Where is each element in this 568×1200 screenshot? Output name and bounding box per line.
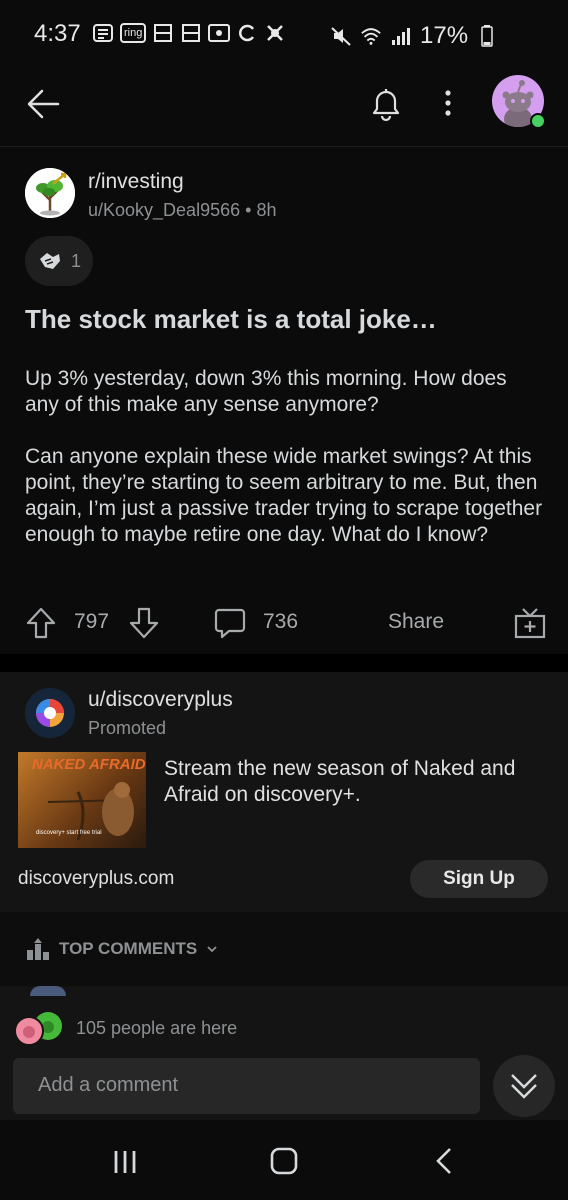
sync-icon <box>236 22 258 44</box>
meta-separator: • <box>245 200 252 220</box>
upvote-arrow-icon <box>26 607 56 639</box>
post-age: 8h <box>256 200 277 220</box>
comments-button[interactable] <box>213 606 247 640</box>
recent-apps-button[interactable] <box>112 1148 140 1181</box>
section-divider <box>0 654 568 672</box>
arrow-left-icon <box>27 89 60 119</box>
system-back-button[interactable] <box>430 1146 458 1181</box>
more-options-button[interactable] <box>432 84 464 124</box>
wifi-icon <box>360 25 382 47</box>
notifications-button[interactable] <box>366 84 406 124</box>
system-nav-bar <box>0 1120 568 1200</box>
presence-count: 105 people are here <box>76 1018 238 1038</box>
presence-avatars-icon <box>14 1012 62 1046</box>
signal-icon <box>390 25 412 47</box>
post-author[interactable]: u/Kooky_Deal9566 <box>88 200 240 220</box>
status-notification-icons: ring <box>92 22 286 44</box>
header-divider <box>0 146 568 147</box>
sign-up-button[interactable]: Sign Up <box>410 860 548 898</box>
presence-avatars <box>14 1010 66 1048</box>
recent-apps-icon <box>114 1151 136 1173</box>
mute-icon <box>330 25 352 47</box>
money-tree-icon <box>25 168 75 218</box>
ad-thumbnail[interactable]: NAKED AFRAID discovery+ start free trial <box>18 752 146 848</box>
chevron-down-icon <box>207 946 217 953</box>
home-button[interactable] <box>269 1146 299 1181</box>
comment-bubble-icon <box>214 608 246 639</box>
post-body-paragraph: Up 3% yesterday, down 3% this morning. H… <box>25 367 507 416</box>
home-icon <box>270 1147 298 1175</box>
comment-input-placeholder: Add a comment <box>38 1074 179 1096</box>
ring-icon: ring <box>120 23 147 43</box>
post-title: The stock market is a total joke… <box>25 304 437 334</box>
discovery-logo-icon <box>25 688 75 738</box>
notes-icon <box>92 22 114 44</box>
voicemail-icon <box>208 22 231 44</box>
subreddit-name[interactable]: r/investing <box>88 170 184 194</box>
ad-domain[interactable]: discoveryplus.com <box>18 868 174 890</box>
jump-to-comments-button[interactable] <box>493 1055 555 1117</box>
promoted-label: Promoted <box>88 718 167 738</box>
post-action-bar: 797 736 Share <box>0 596 568 652</box>
chevron-left-icon <box>436 1148 451 1174</box>
status-bar: 4:37 ring 17% <box>0 0 568 70</box>
share-button[interactable]: Share <box>388 610 444 634</box>
online-status-dot <box>530 113 546 129</box>
award-badge[interactable]: 1 <box>25 236 93 286</box>
award-button[interactable] <box>513 606 547 640</box>
comment-count: 736 <box>263 610 299 633</box>
status-system-icons: 17% <box>330 22 498 50</box>
post-meta: u/Kooky_Deal9566 • 8h <box>88 200 277 221</box>
app-icon <box>264 22 286 44</box>
grid-icon <box>180 22 202 44</box>
comment-sort-selector[interactable]: TOP COMMENTS <box>25 936 219 962</box>
downvote-button[interactable] <box>128 606 160 640</box>
vote-score: 797 <box>74 610 110 633</box>
post-body-paragraph: Can anyone explain these wide market swi… <box>25 445 543 546</box>
upvote-button[interactable] <box>25 606 57 640</box>
back-button[interactable] <box>24 84 64 124</box>
grid-icon <box>152 22 174 44</box>
post-body: Up 3% yesterday, down 3% this morning. H… <box>25 366 545 574</box>
bell-icon <box>372 89 400 122</box>
comment-avatar-peek <box>30 986 66 996</box>
comment-sort-label: TOP COMMENTS <box>59 939 198 958</box>
top-sort-icon <box>27 938 49 960</box>
ad-description[interactable]: Stream the new season of Naked and Afrai… <box>164 756 544 808</box>
subreddit-icon[interactable] <box>25 168 75 218</box>
status-time: 4:37 <box>34 20 81 47</box>
award-count: 1 <box>70 250 81 271</box>
battery-percent: 17% <box>420 22 469 49</box>
gift-icon <box>514 608 546 639</box>
ad-thumbnail-caption: discovery+ start free trial <box>36 830 102 836</box>
downvote-arrow-icon <box>129 607 159 639</box>
advertiser-avatar[interactable] <box>25 688 75 738</box>
kebab-icon <box>445 90 451 116</box>
advertiser-name[interactable]: u/discoveryplus <box>88 688 233 712</box>
battery-icon <box>476 25 498 47</box>
helpful-award-icon <box>39 253 60 269</box>
double-chevron-down-icon <box>511 1074 537 1099</box>
